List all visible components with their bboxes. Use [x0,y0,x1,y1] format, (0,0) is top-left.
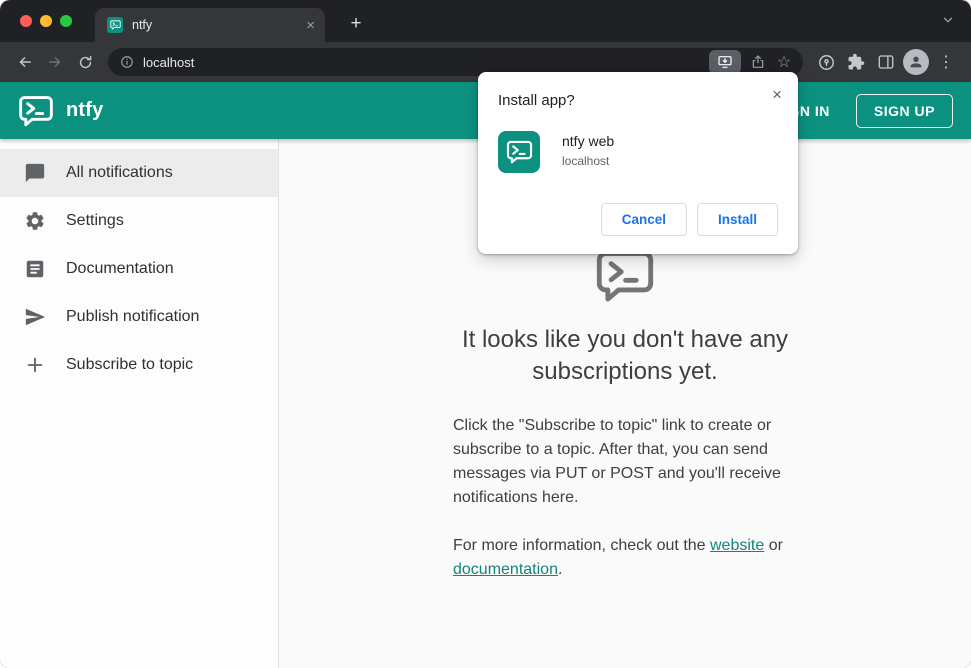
close-window-button[interactable] [20,15,32,27]
zoom-window-button[interactable] [60,15,72,27]
chat-bubble-icon [23,161,47,185]
dialog-app-origin: localhost [562,154,610,168]
ntfy-logo-icon [18,95,54,127]
minimize-window-button[interactable] [40,15,52,27]
install-app-dialog: Install app? × ntfy web localhost Cancel… [478,72,798,254]
profile-avatar[interactable] [901,47,931,77]
more-info-text: For more information, check out the [453,536,710,554]
tab-search-chevron-icon[interactable] [941,13,955,32]
sign-up-button[interactable]: SIGN UP [855,93,953,128]
ntfy-favicon-icon [107,17,123,33]
install-app-icon[interactable] [709,50,741,74]
new-tab-button[interactable]: + [344,12,368,36]
empty-state-paragraph: Click the "Subscribe to topic" link to c… [453,416,781,506]
password-extension-icon[interactable] [811,47,841,77]
sidebar-item-label: Settings [66,212,124,229]
sidebar-item-documentation[interactable]: Documentation [0,245,278,293]
reload-icon[interactable] [70,47,100,77]
sidebar-item-all-notifications[interactable]: All notifications [0,149,278,197]
plus-icon [23,353,47,377]
extensions-puzzle-icon[interactable] [841,47,871,77]
cancel-button[interactable]: Cancel [600,203,687,236]
terminal-bubble-icon [595,249,655,308]
browser-menu-kebab-icon[interactable]: ⋮ [931,47,961,77]
sidebar: All notifications Settings Documentation… [0,139,279,668]
sidebar-item-label: Publish notification [66,308,200,325]
install-button[interactable]: Install [696,203,778,236]
dialog-close-icon[interactable]: × [772,86,782,103]
url-text: localhost [143,54,195,70]
tab-title: ntfy [132,18,153,32]
sidebar-item-subscribe-to-topic[interactable]: Subscribe to topic [0,341,278,389]
sidebar-item-label: Documentation [66,260,174,277]
website-link[interactable]: website [710,537,764,554]
sidebar-item-settings[interactable]: Settings [0,197,278,245]
article-icon [23,257,47,281]
browser-tab-ntfy[interactable]: ntfy × [95,8,325,42]
side-panel-icon[interactable] [871,47,901,77]
tab-close-icon[interactable]: × [306,18,315,33]
more-info-text: . [557,560,563,578]
app-title: ntfy [66,99,104,121]
more-info-text: or [764,536,783,554]
tab-strip: ntfy × + [0,0,971,42]
documentation-link[interactable]: documentation [453,561,558,578]
empty-state-heading: It looks like you don't have any subscri… [461,326,789,386]
gear-icon [23,209,47,233]
empty-state-more-info: For more information, check out the webs… [453,534,797,582]
sidebar-item-publish-notification[interactable]: Publish notification [0,293,278,341]
dialog-app-name: ntfy web [562,133,615,149]
sidebar-item-label: All notifications [66,164,173,181]
person-icon [903,49,929,75]
send-icon [23,305,47,329]
ntfy-app-icon [498,131,540,173]
dialog-title: Install app? [498,92,575,109]
browser-window: ntfy × + localhost ☆ ⋮ ntfy SIGN IN SIGN… [0,0,971,668]
empty-state: It looks like you don't have any subscri… [279,249,971,582]
site-info-icon[interactable] [120,55,134,69]
forward-icon[interactable] [40,47,70,77]
window-controls [20,15,72,27]
sidebar-item-label: Subscribe to topic [66,356,194,373]
back-icon[interactable] [10,47,40,77]
